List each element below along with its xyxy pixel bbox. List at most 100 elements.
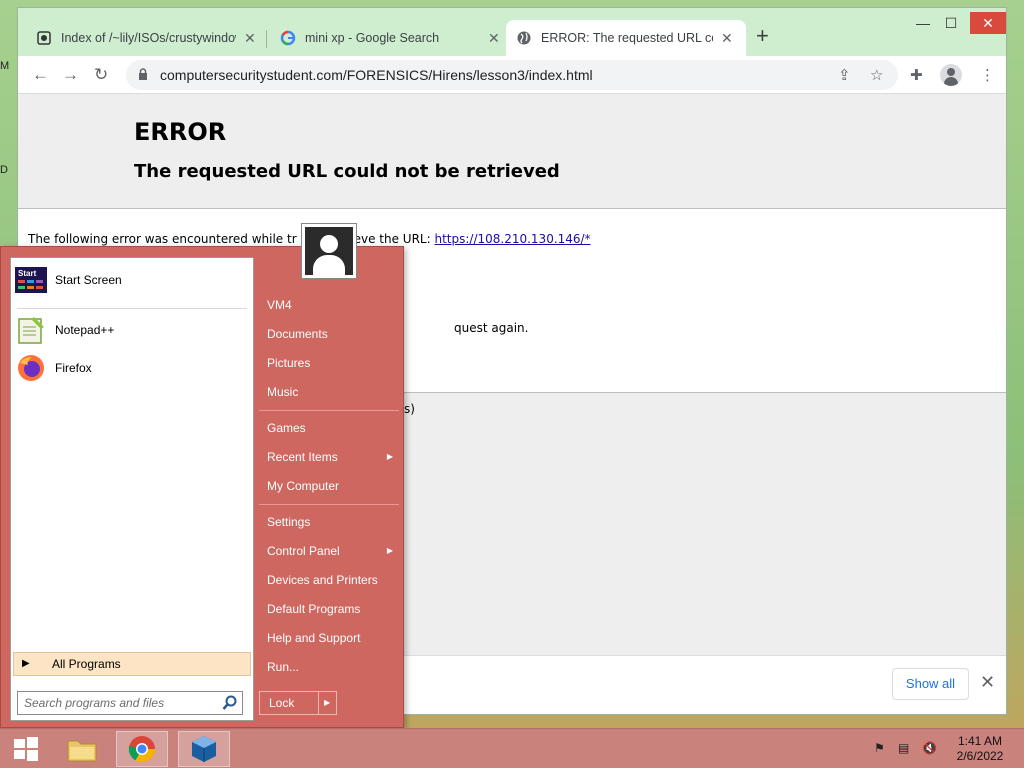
search-input[interactable] [18, 692, 218, 714]
browser-toolbar: ← → ↻ computersecuritystudent.com/FORENS… [18, 56, 1006, 94]
show-all-button[interactable]: Show all [892, 668, 969, 700]
divider [259, 504, 399, 505]
start-tile-text: Start [18, 269, 37, 278]
action-center-flag-icon[interactable]: ⚑ [874, 741, 890, 757]
close-icon[interactable]: ✕ [721, 30, 733, 47]
menu-item-control-panel[interactable]: Control Panel ▶ [259, 539, 399, 563]
submenu-arrow-icon: ▶ [386, 546, 393, 555]
close-icon[interactable]: ✕ [980, 672, 995, 693]
all-programs-button[interactable]: ▶ All Programs [13, 652, 251, 676]
menu-item-games[interactable]: Games [259, 416, 399, 440]
program-label: Firefox [55, 361, 92, 375]
window-close-icon[interactable]: ✕ [970, 12, 1006, 34]
back-arrow-icon[interactable]: ← [32, 65, 49, 85]
start-search-box[interactable] [17, 691, 243, 715]
divider [259, 410, 399, 411]
program-notepadpp[interactable]: Notepad++ [15, 312, 249, 348]
taskbar-chrome[interactable] [116, 731, 168, 767]
error-header: ERROR The requested URL could not be ret… [18, 94, 1006, 209]
more-menu-icon[interactable]: ⋮ [980, 66, 995, 84]
page-subtitle: The requested URL could not be retrieved [134, 161, 560, 182]
share-icon[interactable]: ⇪ [838, 66, 851, 84]
menu-item-run[interactable]: Run... [259, 655, 399, 679]
virtualbox-icon [192, 736, 216, 762]
menu-item-music[interactable]: Music [259, 380, 399, 404]
menu-item-recent-items[interactable]: Recent Items ▶ [259, 445, 399, 469]
desktop-icon-label-edge: D [0, 164, 8, 176]
notepadpp-icon [15, 314, 47, 346]
close-icon[interactable]: ✕ [488, 30, 500, 47]
clock-time: 1:41 AM [957, 734, 1003, 748]
menu-item-my-computer[interactable]: My Computer [259, 474, 399, 498]
menu-item-vm4[interactable]: VM4 [259, 293, 399, 317]
google-icon [280, 30, 296, 46]
divider [17, 308, 247, 309]
lock-icon [139, 68, 147, 80]
tab-title: ERROR: The requested URL could not be re… [541, 31, 713, 45]
submenu-arrow-icon: ▶ [386, 452, 393, 461]
lock-button[interactable]: Lock ▶ [259, 691, 337, 715]
menu-item-help-support[interactable]: Help and Support [259, 626, 399, 650]
server-icon [36, 30, 52, 46]
program-start-screen[interactable]: Start Start Screen [15, 262, 249, 298]
close-icon[interactable]: ✕ [244, 30, 256, 47]
footer-text-fragment: s) [404, 402, 415, 416]
program-label: Notepad++ [55, 323, 115, 337]
tab-google-search[interactable]: mini xp - Google Search ✕ [270, 20, 510, 56]
desktop-icon-label-edge: M [0, 60, 10, 72]
start-menu: Start Start Screen Notepad++ Firefox ▶ A… [0, 223, 404, 728]
start-screen-icon: Start [15, 264, 47, 296]
power-options-arrow-icon[interactable]: ▶ [324, 692, 330, 714]
tab-separator [266, 30, 267, 48]
firefox-icon [15, 352, 47, 384]
folder-icon [67, 740, 97, 762]
reload-icon[interactable]: ↻ [94, 65, 108, 85]
maximize-icon[interactable]: ☐ [936, 12, 966, 34]
triangle-right-icon: ▶ [22, 658, 30, 669]
clock-date: 2/6/2022 [956, 749, 1004, 763]
all-programs-label: All Programs [52, 657, 121, 671]
menu-item-default-programs[interactable]: Default Programs [259, 597, 399, 621]
program-label: Start Screen [55, 273, 122, 287]
address-bar[interactable]: computersecuritystudent.com/FORENSICS/Hi… [126, 60, 898, 90]
new-tab-plus-icon[interactable]: + [756, 25, 769, 47]
extensions-puzzle-icon[interactable]: ✚ [910, 66, 923, 84]
error-text-fragment: quest again. [454, 321, 529, 335]
lock-label: Lock [269, 696, 295, 710]
tab-index-of[interactable]: Index of /~lily/ISOs/crustywindows ✕ [26, 20, 266, 56]
volume-muted-icon[interactable]: 🔇 [922, 741, 938, 757]
error-url-link[interactable]: https://108.210.130.146/* [434, 232, 590, 246]
chrome-icon [128, 736, 156, 763]
system-clock[interactable]: 1:41 AM 2/6/2022 [950, 734, 1010, 764]
error-text-prefix: The following error was encountered whil… [28, 232, 297, 246]
network-icon[interactable]: ▤ [898, 741, 914, 757]
menu-item-devices-printers[interactable]: Devices and Printers [259, 568, 399, 592]
start-menu-programs-pane: Start Start Screen Notepad++ Firefox ▶ A… [10, 257, 254, 721]
search-icon[interactable] [222, 695, 238, 711]
profile-avatar-icon[interactable] [940, 64, 962, 86]
minimize-icon[interactable]: — [908, 12, 938, 34]
tab-error-page[interactable]: ERROR: The requested URL could not be re… [506, 20, 746, 56]
taskbar-explorer[interactable] [56, 731, 108, 767]
url-text: computersecuritystudent.com/FORENSICS/Hi… [160, 67, 593, 83]
forward-arrow-icon[interactable]: → [62, 65, 79, 85]
menu-item-documents[interactable]: Documents [259, 322, 399, 346]
program-firefox[interactable]: Firefox [15, 350, 249, 386]
tab-title: Index of /~lily/ISOs/crustywindows [61, 31, 236, 45]
taskbar: ⚑ ▤ 🔇 1:41 AM 2/6/2022 [0, 728, 1024, 768]
windows-logo-icon [14, 737, 38, 761]
globe-icon [516, 30, 532, 46]
menu-item-label: Recent Items [267, 450, 338, 464]
tab-strip: Index of /~lily/ISOs/crustywindows ✕ min… [18, 8, 1006, 56]
bookmark-star-icon[interactable]: ☆ [870, 66, 883, 84]
menu-item-pictures[interactable]: Pictures [259, 351, 399, 375]
page-title: ERROR [134, 118, 227, 146]
menu-item-label: Control Panel [267, 544, 340, 558]
taskbar-virtualbox[interactable] [178, 731, 230, 767]
user-avatar-tile[interactable] [301, 223, 357, 279]
divider [318, 692, 319, 714]
user-icon [305, 227, 353, 275]
menu-item-settings[interactable]: Settings [259, 510, 399, 534]
start-button[interactable] [0, 731, 52, 767]
tab-title: mini xp - Google Search [305, 31, 440, 45]
